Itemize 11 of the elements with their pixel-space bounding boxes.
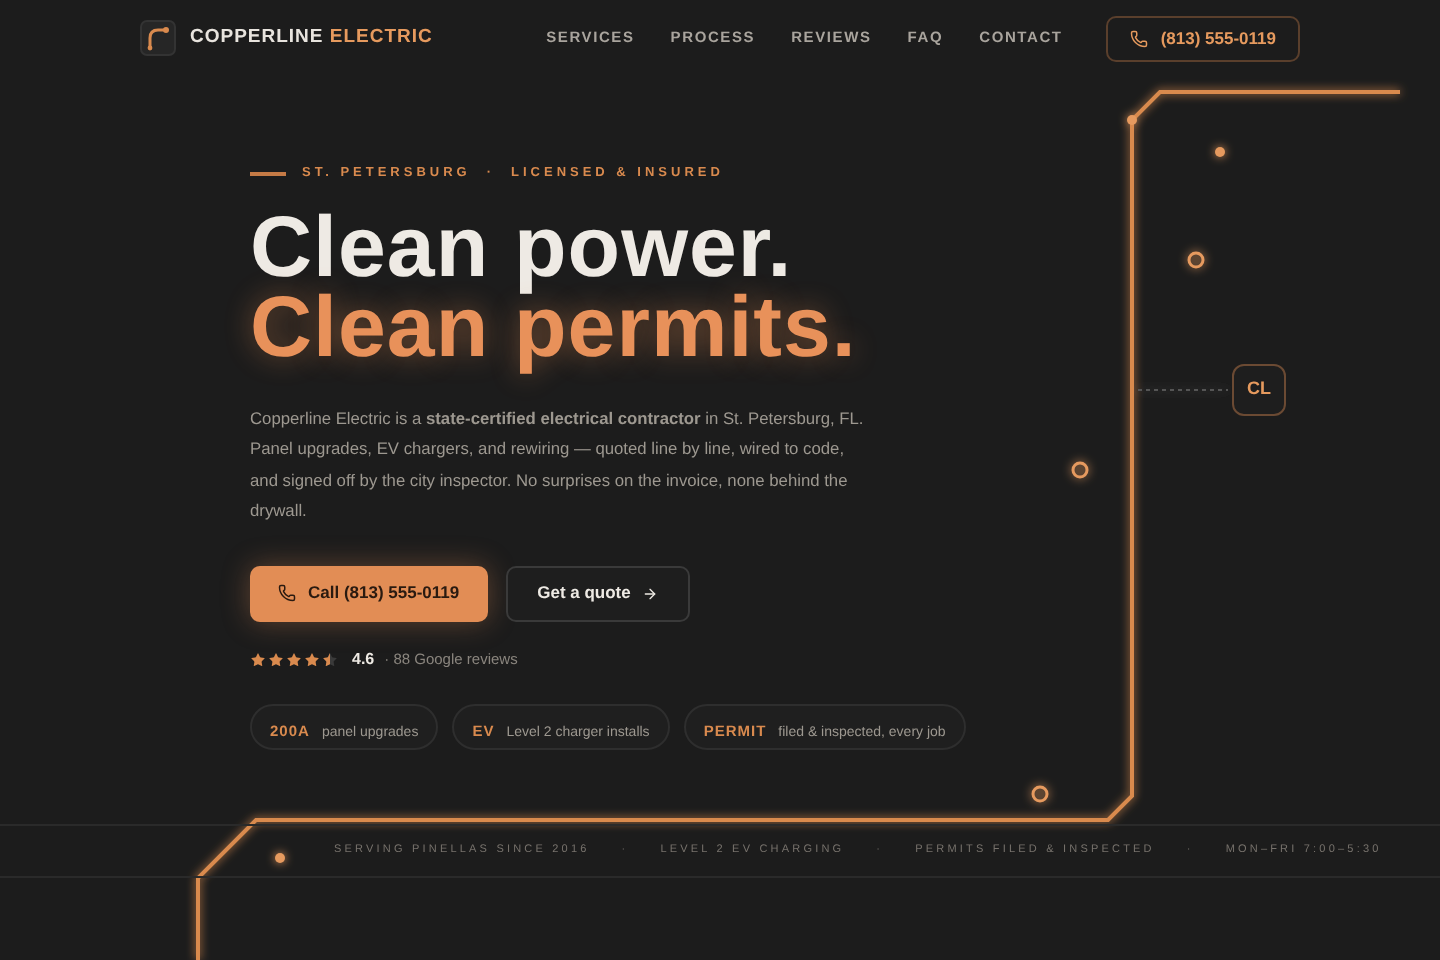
rating-score: 4.6 bbox=[352, 647, 375, 672]
phone-button[interactable]: (813) 555-0119 bbox=[1106, 15, 1300, 61]
phone-icon bbox=[1130, 29, 1149, 47]
phone-icon bbox=[278, 584, 296, 603]
intro-paragraph: Copperline Electric is a state-certified electrical contractor in St. Petersburg, FL. Panel upgrades, EV chargers, and rewiring — quoted line by line, wired to code, and signed off by the city inspector. No surprises on the invoice, none behind the drywall. bbox=[250, 405, 866, 525]
call-button[interactable]: Call (813) 555-0119 bbox=[250, 565, 488, 622]
quote-button[interactable]: Get a quote bbox=[505, 565, 691, 622]
logo-icon bbox=[140, 20, 176, 56]
brand-name[interactable]: COPPERLINE ELECTRIC bbox=[190, 23, 433, 53]
arrow-icon bbox=[642, 585, 659, 602]
logo-badge: CL bbox=[1232, 364, 1286, 416]
